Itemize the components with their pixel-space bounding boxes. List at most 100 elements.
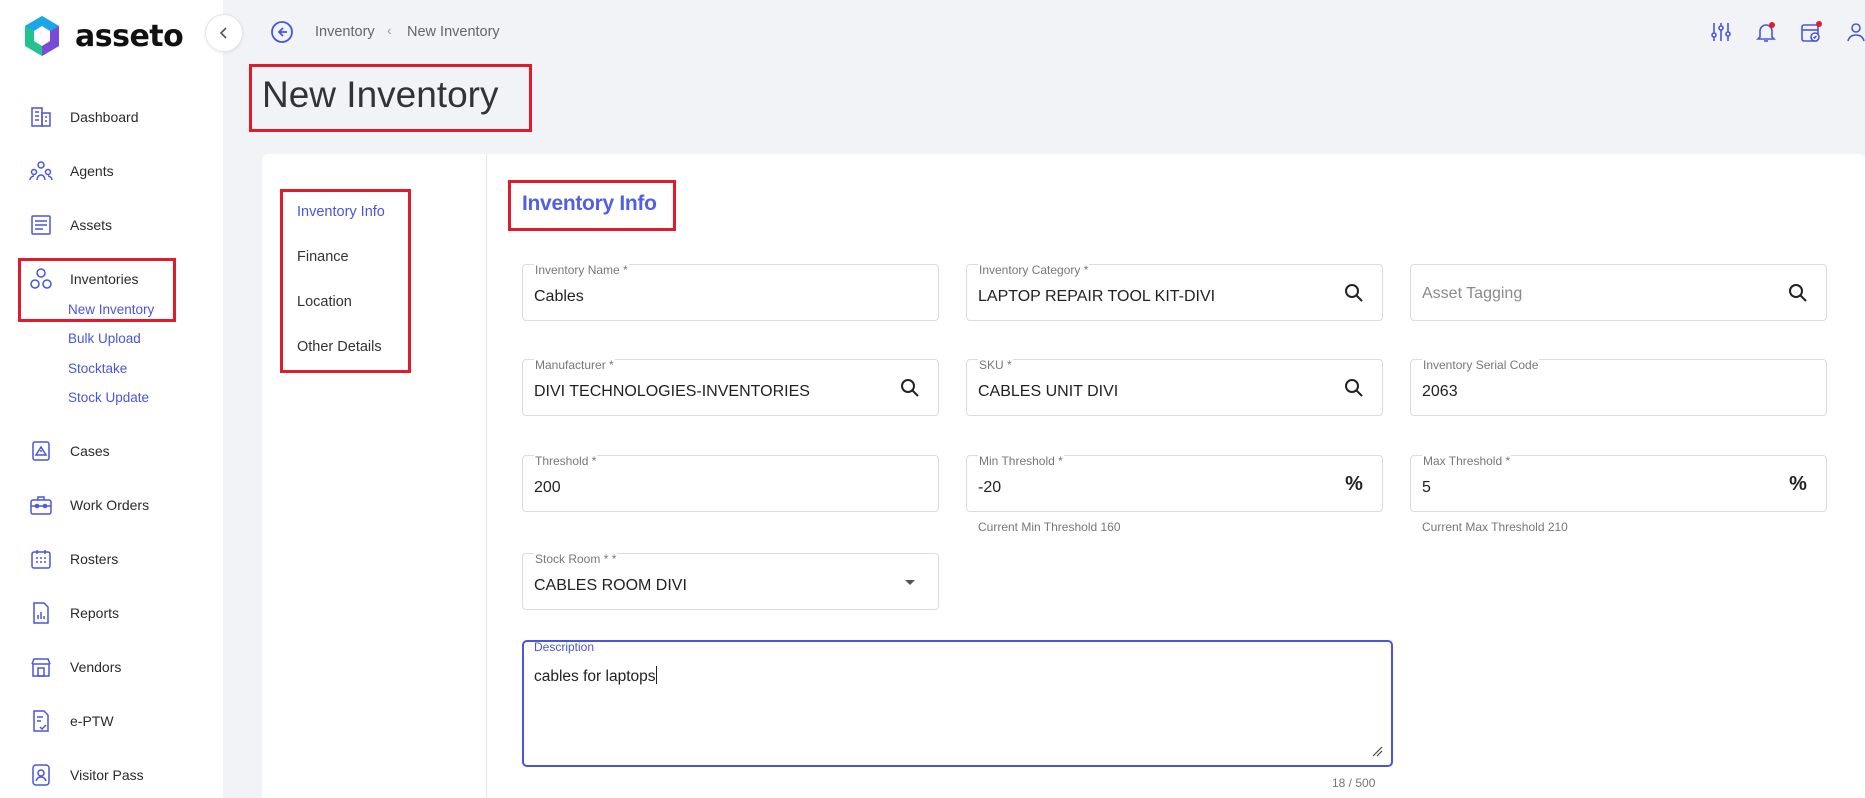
breadcrumb-current: New Inventory	[407, 24, 500, 40]
visitor-pass-icon	[28, 762, 54, 788]
field-value: cables for laptops	[534, 666, 657, 686]
sidebar-item-dashboard[interactable]: Dashboard	[28, 102, 208, 132]
field-value: 200	[534, 479, 561, 496]
field-value: CABLES UNIT DIVI	[978, 383, 1119, 400]
eptw-icon	[28, 708, 54, 734]
breadcrumb-parent[interactable]: Inventory	[315, 24, 375, 40]
field-label: Inventory Serial Code	[1422, 358, 1540, 372]
topbar: Inventory ‹ New Inventory	[223, 0, 1865, 64]
search-icon[interactable]	[898, 376, 922, 400]
sidebar-subitem-stocktake[interactable]: Stocktake	[68, 361, 127, 376]
sidebar-item-label: Cases	[70, 443, 110, 459]
field-label: SKU *	[978, 358, 1013, 372]
breadcrumb-separator-icon: ‹	[387, 22, 392, 38]
sidebar-item-label: Assets	[70, 217, 113, 233]
app-name: asseto	[75, 18, 184, 54]
sidebar-subitem-stock-update[interactable]: Stock Update	[68, 390, 149, 405]
sidebar-item-visitor-pass[interactable]: Visitor Pass	[28, 760, 208, 790]
form-nav-inventory-info[interactable]: Inventory Info	[297, 204, 385, 220]
sidebar-item-rosters[interactable]: Rosters	[28, 544, 208, 574]
sidebar-item-vendors[interactable]: Vendors	[28, 652, 208, 682]
field-label: Threshold *	[534, 454, 598, 468]
back-arrow-icon[interactable]	[270, 20, 294, 44]
sidebar: asseto Dashboard Agents Assets Inventori…	[0, 0, 223, 798]
inventory-name-field[interactable]: Inventory Name * Cables	[522, 263, 939, 321]
form-nav-finance[interactable]: Finance	[297, 249, 349, 265]
search-icon[interactable]	[1786, 281, 1810, 305]
reports-icon	[28, 600, 54, 626]
sidebar-item-label: Vendors	[70, 659, 122, 675]
section-title: Inventory Info	[522, 192, 657, 215]
logo-icon	[25, 16, 59, 56]
user-profile-icon[interactable]	[1842, 18, 1865, 46]
search-icon[interactable]	[1342, 376, 1366, 400]
description-textarea[interactable]: Description cables for laptops	[522, 640, 1393, 767]
sidebar-item-cases[interactable]: Cases	[28, 436, 208, 466]
sidebar-item-agents[interactable]: Agents	[28, 156, 208, 186]
field-label: Inventory Name *	[534, 263, 629, 277]
asset-tagging-field[interactable]: Asset Tagging	[1410, 264, 1827, 321]
sidebar-item-eptw[interactable]: e-PTW	[28, 706, 208, 736]
sidebar-subitem-bulk-upload[interactable]: Bulk Upload	[68, 331, 141, 346]
assets-icon	[28, 212, 54, 238]
filter-sliders-icon[interactable]	[1707, 18, 1735, 46]
sidebar-item-label: Agents	[70, 163, 114, 179]
sidebar-item-inventories[interactable]: Inventories	[28, 264, 208, 294]
vendors-icon	[28, 654, 54, 680]
sidebar-item-work-orders[interactable]: Work Orders	[28, 490, 208, 520]
sidebar-item-label: Reports	[70, 605, 120, 621]
sidebar-subitem-new-inventory[interactable]: New Inventory	[68, 302, 154, 317]
character-counter: 18 / 500	[1332, 776, 1376, 790]
dashboard-icon	[28, 104, 54, 130]
max-threshold-field[interactable]: Max Threshold * 5 %	[1410, 454, 1827, 512]
field-value: 5	[1422, 479, 1431, 496]
stock-room-select[interactable]: Stock Room * * CABLES ROOM DIVI	[522, 552, 939, 610]
sidebar-item-label: Rosters	[70, 551, 119, 567]
threshold-field[interactable]: Threshold * 200	[522, 454, 939, 512]
sidebar-item-assets[interactable]: Assets	[28, 210, 208, 240]
sku-field[interactable]: SKU * CABLES UNIT DIVI	[966, 358, 1383, 416]
sidebar-item-label: Visitor Pass	[70, 767, 144, 783]
inventory-serial-code-field[interactable]: Inventory Serial Code 2063	[1410, 358, 1827, 416]
field-label: Max Threshold *	[1422, 454, 1512, 468]
sidebar-item-label: Work Orders	[70, 497, 150, 513]
field-value: LAPTOP REPAIR TOOL KIT-DIVI	[978, 288, 1216, 305]
search-icon[interactable]	[1342, 281, 1366, 305]
form-nav-location[interactable]: Location	[297, 294, 352, 310]
stock-room-label: Stock Room * *	[535, 552, 617, 566]
chevron-left-icon	[219, 27, 227, 39]
form-nav-other-details[interactable]: Other Details	[297, 339, 382, 355]
description-text: cables for laptops	[534, 668, 656, 685]
inventory-category-field[interactable]: Inventory Category * LAPTOP REPAIR TOOL …	[966, 263, 1383, 321]
resize-handle-icon[interactable]	[1371, 745, 1383, 757]
field-label: Manufacturer *	[534, 358, 615, 372]
field-value: -20	[978, 479, 1002, 496]
percent-icon: %	[1345, 472, 1363, 495]
task-calendar-icon[interactable]	[1797, 18, 1825, 46]
agents-icon	[28, 158, 54, 184]
sidebar-item-reports[interactable]: Reports	[28, 598, 208, 628]
rosters-icon	[28, 546, 54, 572]
field-value: 2063	[1422, 383, 1458, 400]
collapse-sidebar-button[interactable]	[205, 14, 243, 52]
work-orders-icon	[28, 492, 54, 518]
manufacturer-field[interactable]: Manufacturer * DIVI TECHNOLOGIES-INVENTO…	[522, 358, 939, 416]
field-value: Cables	[534, 288, 584, 305]
app-logo[interactable]: asseto	[22, 14, 184, 58]
min-threshold-field[interactable]: Min Threshold * -20 %	[966, 454, 1383, 512]
field-value: CABLES ROOM DIVI	[534, 577, 687, 594]
page-title: New Inventory	[262, 74, 499, 115]
dropdown-arrow-icon[interactable]	[898, 570, 922, 594]
text-caret	[655, 666, 657, 684]
cases-icon	[28, 438, 54, 464]
sidebar-item-label: Dashboard	[70, 109, 139, 125]
inventories-icon	[28, 266, 54, 292]
min-threshold-hint: Current Min Threshold 160	[978, 520, 1121, 534]
notification-bell-icon[interactable]	[1752, 18, 1780, 46]
field-placeholder: Asset Tagging	[1422, 285, 1523, 302]
sidebar-item-label: Inventories	[70, 271, 139, 287]
field-label: Description	[534, 640, 595, 654]
max-threshold-hint: Current Max Threshold 210	[1422, 520, 1568, 534]
field-label: Stock Room * *	[534, 552, 618, 566]
percent-icon: %	[1789, 472, 1807, 495]
